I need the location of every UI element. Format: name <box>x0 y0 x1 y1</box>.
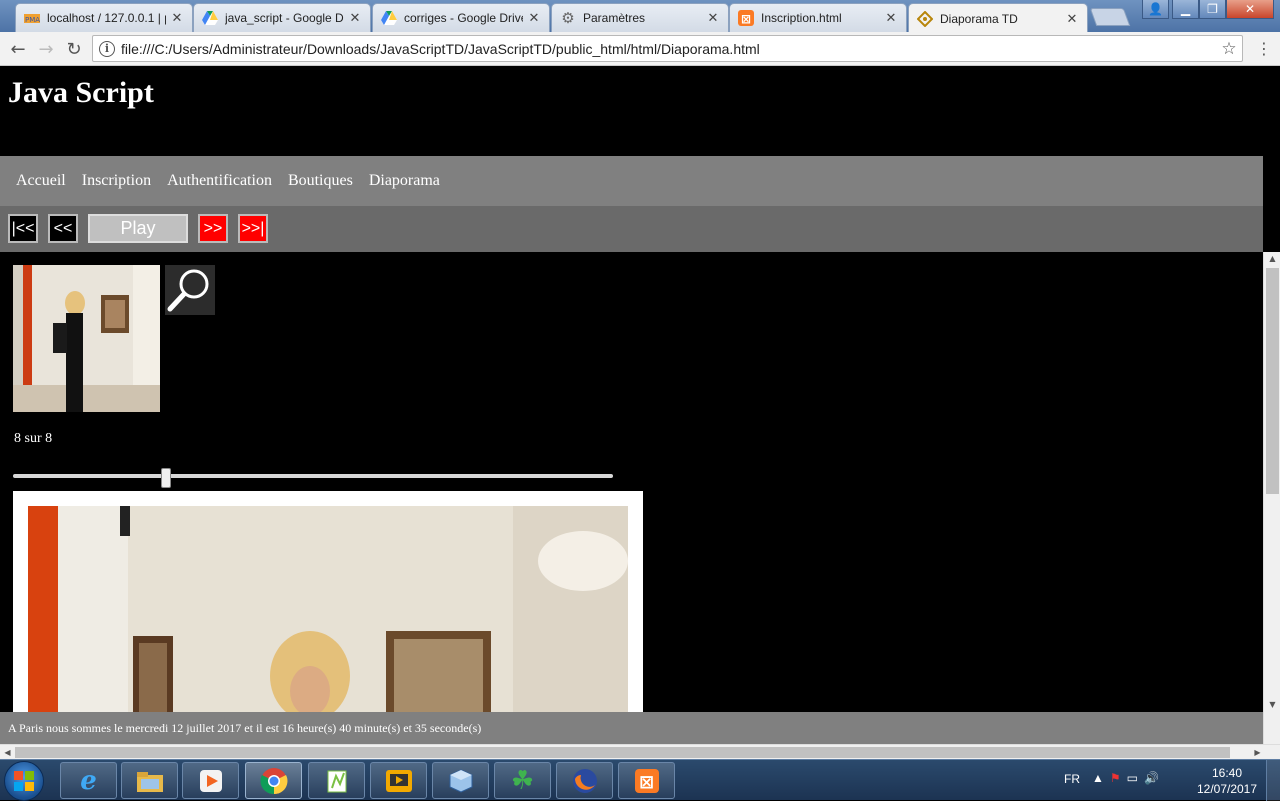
new-tab-button[interactable] <box>1089 8 1131 26</box>
star-bookmark-icon[interactable]: ☆ <box>1216 39 1242 59</box>
tab-title: Inscription.html <box>761 11 842 25</box>
show-hidden-icons-icon[interactable]: ▲ <box>1092 771 1110 785</box>
nav-link-accueil[interactable]: Accueil <box>8 172 74 190</box>
play-button[interactable]: Play <box>88 214 188 243</box>
tab-google-drive-java-script[interactable]: java_script - Google Dr ✕ <box>193 3 371 32</box>
video-player-icon[interactable] <box>370 762 427 799</box>
tab-title: Diaporama TD <box>940 11 1018 26</box>
google-drive-icon <box>202 10 218 26</box>
nav-link-boutiques[interactable]: Boutiques <box>280 172 361 190</box>
slider-track <box>13 474 613 478</box>
tab-title: localhost / 127.0.0.1 | p <box>47 11 166 25</box>
vertical-scrollbar[interactable]: ▲ ▼ <box>1263 252 1280 744</box>
virtualbox-icon[interactable] <box>432 762 489 799</box>
svg-text:⊠: ⊠ <box>639 772 654 793</box>
browser-toolbar: ← → ↻ i file:///C:/Users/Administrateur/… <box>0 32 1280 66</box>
reload-icon[interactable]: ↻ <box>62 38 86 60</box>
gear-icon: ⚙ <box>561 10 575 27</box>
xampp-icon[interactable]: ⊠ <box>618 762 675 799</box>
slider-handle[interactable] <box>161 468 171 488</box>
close-tab-icon[interactable]: ✕ <box>884 10 898 26</box>
nav-link-inscription[interactable]: Inscription <box>74 172 159 190</box>
scroll-up-arrow-icon[interactable]: ▲ <box>1264 252 1280 266</box>
minimize-button[interactable]: ▁ <box>1172 0 1199 19</box>
tab-inscription[interactable]: ⊠ Inscription.html ✕ <box>729 3 907 32</box>
horizontal-scrollbar[interactable]: ◀ ▶ <box>0 744 1280 759</box>
close-tab-icon[interactable]: ✕ <box>170 10 184 26</box>
last-slide-button[interactable]: >>| <box>238 214 268 243</box>
xampp-icon: ⊠ <box>738 10 754 26</box>
close-tab-icon[interactable]: ✕ <box>527 10 541 26</box>
slide-range-slider[interactable] <box>13 468 613 488</box>
language-indicator[interactable]: FR <box>1064 772 1080 786</box>
slide-image <box>28 506 628 744</box>
browser-tab-strip: PMA localhost / 127.0.0.1 | p ✕ java_scr… <box>0 0 1280 33</box>
scroll-right-arrow-icon[interactable]: ▶ <box>1250 745 1265 760</box>
tab-title: Paramètres <box>583 11 646 25</box>
svg-text:⊠: ⊠ <box>741 12 751 26</box>
site-nav: Accueil Inscription Authentification Bou… <box>0 156 1263 206</box>
slide-frame <box>13 491 643 744</box>
nav-link-diaporama[interactable]: Diaporama <box>361 172 448 190</box>
volume-icon[interactable]: 🔊 <box>1144 771 1165 785</box>
close-window-button[interactable]: ✕ <box>1226 0 1274 19</box>
notepad-plus-plus-icon[interactable] <box>308 762 365 799</box>
firefox-icon[interactable] <box>556 762 613 799</box>
url-text: file:///C:/Users/Administrateur/Download… <box>121 40 760 57</box>
vertical-scroll-thumb[interactable] <box>1266 268 1279 494</box>
first-slide-button[interactable]: |<< <box>8 214 38 243</box>
page-content: Java Script Accueil Inscription Authenti… <box>0 66 1263 744</box>
scroll-left-arrow-icon[interactable]: ◀ <box>0 745 15 760</box>
nav-link-authentification[interactable]: Authentification <box>159 172 280 190</box>
windows-taskbar: e ☘ ⊠ FR ▲⚑▭🔊 16:40 12/07/2017 <box>0 759 1280 801</box>
tab-parametres[interactable]: ⚙ Paramètres ✕ <box>551 3 729 32</box>
close-tab-icon[interactable]: ✕ <box>706 10 720 26</box>
tray-icons: ▲⚑▭🔊 <box>1092 771 1165 785</box>
back-arrow-icon[interactable]: ← <box>6 38 30 60</box>
previous-slide-button[interactable]: << <box>48 214 78 243</box>
restore-button[interactable]: ❐ <box>1199 0 1226 19</box>
magnifier-icon[interactable] <box>165 265 215 315</box>
media-player-icon[interactable] <box>182 762 239 799</box>
action-center-icon[interactable]: ⚑ <box>1110 771 1127 785</box>
windows-logo-icon <box>14 771 34 791</box>
slide-counter: 8 sur 8 <box>14 431 53 446</box>
menu-dots-icon[interactable]: ⋮ <box>1254 39 1274 59</box>
slideshow-controls: |<< << Play >> >>| <box>0 206 1263 252</box>
internet-explorer-icon[interactable]: e <box>60 762 117 799</box>
start-button[interactable] <box>4 761 44 801</box>
tab-diaporama[interactable]: Diaporama TD ✕ <box>908 3 1088 33</box>
slide-thumbnail[interactable] <box>13 265 160 412</box>
scroll-down-arrow-icon[interactable]: ▼ <box>1264 698 1280 712</box>
tab-title: java_script - Google Dr <box>225 11 344 25</box>
address-bar[interactable]: i file:///C:/Users/Administrateur/Downlo… <box>92 35 1243 62</box>
next-slide-button[interactable]: >> <box>198 214 228 243</box>
user-icon[interactable]: 👤 <box>1142 0 1169 19</box>
clock-time[interactable]: 16:40 <box>1196 766 1258 780</box>
clock-date[interactable]: 12/07/2017 <box>1196 782 1258 796</box>
site-header: Java Script <box>0 66 1263 156</box>
tab-title: corriges - Google Drive <box>404 11 523 25</box>
site-title: Java Script <box>8 76 154 109</box>
file-explorer-icon[interactable] <box>121 762 178 799</box>
footer-clock: A Paris nous sommes le mercredi 12 juill… <box>0 712 1263 744</box>
tab-phpmyadmin[interactable]: PMA localhost / 127.0.0.1 | p ✕ <box>15 3 193 32</box>
tab-google-drive-corriges[interactable]: corriges - Google Drive ✕ <box>372 3 550 32</box>
close-tab-icon[interactable]: ✕ <box>348 10 362 26</box>
network-icon[interactable]: ▭ <box>1127 771 1144 785</box>
show-desktop-button[interactable] <box>1266 760 1280 801</box>
diaporama-icon <box>917 10 933 27</box>
svg-text:PMA: PMA <box>25 16 40 24</box>
info-icon[interactable]: i <box>99 40 115 57</box>
close-tab-icon[interactable]: ✕ <box>1065 11 1079 27</box>
horizontal-scroll-thumb[interactable] <box>15 747 1230 758</box>
system-tray: FR ▲⚑▭🔊 16:40 12/07/2017 <box>1058 760 1280 801</box>
phpmyadmin-icon: PMA <box>24 10 40 26</box>
clover-icon[interactable]: ☘ <box>494 762 551 799</box>
google-drive-icon <box>381 10 397 26</box>
forward-arrow-icon[interactable]: → <box>34 38 58 60</box>
chrome-icon[interactable] <box>245 762 302 799</box>
